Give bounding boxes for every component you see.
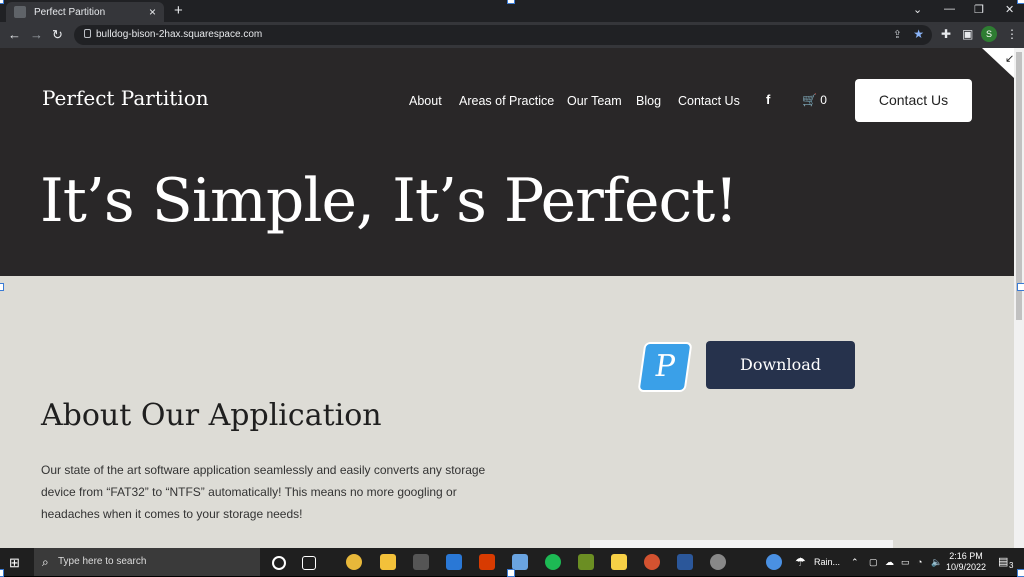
clock-time: 2:16 PM bbox=[949, 551, 983, 561]
about-paragraph: Our state of the art software applicatio… bbox=[41, 463, 486, 521]
profile-avatar[interactable]: S bbox=[981, 26, 997, 42]
chrome-taskbar-icon[interactable] bbox=[346, 554, 362, 570]
tab-favicon-icon bbox=[14, 6, 26, 18]
powerpoint-icon[interactable] bbox=[644, 554, 660, 570]
browser-toolbar: ← → ↻ bulldog-bison-2hax.squarespace.com… bbox=[0, 22, 1024, 48]
spotify-icon[interactable] bbox=[545, 554, 561, 570]
nav-blog[interactable]: Blog bbox=[636, 94, 661, 108]
tray-device-icon[interactable]: ▭ bbox=[901, 557, 910, 568]
extensions-icon[interactable]: ✚ bbox=[941, 27, 951, 41]
share-icon[interactable]: ⇪ bbox=[893, 28, 902, 41]
selection-handle[interactable] bbox=[0, 0, 4, 4]
file-explorer-icon[interactable] bbox=[380, 554, 396, 570]
taskbar-search[interactable]: ⌕ Type here to search bbox=[34, 548, 260, 576]
back-icon[interactable]: ← bbox=[8, 27, 21, 42]
selection-handle[interactable] bbox=[1017, 0, 1024, 4]
close-tab-icon[interactable]: × bbox=[149, 5, 156, 19]
site-header: Perfect Partition About Areas of Practic… bbox=[0, 48, 1014, 276]
word-icon[interactable] bbox=[677, 554, 693, 570]
facebook-icon[interactable]: f bbox=[766, 92, 770, 107]
menu-icon[interactable]: ⋮ bbox=[1006, 27, 1018, 41]
nav-contact-us[interactable]: Contact Us bbox=[678, 94, 740, 108]
search-icon: ⌕ bbox=[42, 555, 49, 569]
windows-start-icon[interactable]: ⊞ bbox=[9, 555, 20, 571]
about-heading: About Our Application bbox=[41, 398, 382, 433]
selection-handle[interactable] bbox=[1017, 283, 1024, 291]
restore-button[interactable]: ❐ bbox=[974, 3, 984, 16]
notification-icon[interactable]: ▤ bbox=[998, 555, 1008, 568]
side-panel-icon[interactable]: ▣ bbox=[962, 27, 973, 41]
tray-chevron-icon[interactable]: ⌃ bbox=[851, 557, 859, 568]
bookmark-star-icon[interactable]: ★ bbox=[913, 27, 924, 41]
collapse-arrow-icon[interactable]: ↙ bbox=[1005, 52, 1014, 65]
tray-app-icon[interactable]: ▢ bbox=[869, 557, 878, 568]
cart-link[interactable]: 🛒 0 bbox=[802, 93, 827, 107]
scrollbar-thumb[interactable] bbox=[1016, 52, 1022, 320]
nav-our-team[interactable]: Our Team bbox=[567, 94, 622, 108]
notification-count: 3 bbox=[1009, 561, 1014, 570]
weather-icon: ☂ bbox=[795, 555, 806, 569]
office-icon[interactable] bbox=[479, 554, 495, 570]
nav-about[interactable]: About bbox=[409, 94, 442, 108]
new-tab-button[interactable]: + bbox=[174, 2, 183, 19]
section-image bbox=[590, 540, 893, 548]
tab-title: Perfect Partition bbox=[34, 6, 106, 18]
address-bar[interactable]: bulldog-bison-2hax.squarespace.com ⇪ ★ bbox=[74, 25, 932, 45]
system-clock[interactable]: 2:16 PM 10/9/2022 bbox=[944, 551, 988, 573]
about-section: P Download About Our Application Our sta… bbox=[0, 276, 1014, 548]
nav-areas-of-practice[interactable]: Areas of Practice bbox=[459, 94, 554, 108]
wifi-icon[interactable]: ◔ bbox=[917, 557, 922, 567]
volume-icon[interactable]: 🔈 bbox=[931, 557, 942, 568]
browser-tab[interactable]: Perfect Partition × bbox=[6, 2, 164, 22]
app-icon[interactable] bbox=[578, 554, 594, 570]
selection-handle[interactable] bbox=[507, 0, 515, 4]
photos-icon[interactable] bbox=[512, 554, 528, 570]
url-text: bulldog-bison-2hax.squarespace.com bbox=[96, 29, 263, 40]
contact-us-button[interactable]: Contact Us bbox=[855, 79, 972, 122]
help-icon[interactable] bbox=[766, 554, 782, 570]
forward-icon[interactable]: → bbox=[30, 27, 43, 42]
store-icon[interactable] bbox=[413, 554, 429, 570]
chrome-active-icon[interactable] bbox=[710, 554, 726, 570]
search-placeholder: Type here to search bbox=[58, 556, 147, 567]
close-window-button[interactable]: ✕ bbox=[1005, 3, 1014, 16]
tab-search-icon[interactable]: ⌄ bbox=[913, 3, 922, 16]
sticky-notes-icon[interactable] bbox=[611, 554, 627, 570]
task-view-icon[interactable] bbox=[302, 556, 316, 570]
onedrive-icon[interactable]: ☁ bbox=[885, 557, 894, 568]
app-logo-icon: P bbox=[637, 342, 693, 392]
selection-handle[interactable] bbox=[0, 283, 4, 291]
lock-icon bbox=[84, 29, 91, 38]
cart-count: 0 bbox=[820, 93, 827, 107]
cortana-icon[interactable] bbox=[272, 556, 286, 570]
hero-title: It’s Simple, It’s Perfect! bbox=[40, 166, 738, 236]
mail-icon[interactable] bbox=[446, 554, 462, 570]
cart-icon: 🛒 bbox=[802, 93, 817, 107]
download-button[interactable]: Download bbox=[706, 341, 855, 389]
clock-date: 10/9/2022 bbox=[945, 562, 987, 572]
weather-text[interactable]: Rain... bbox=[814, 557, 840, 567]
site-logo[interactable]: Perfect Partition bbox=[42, 86, 209, 110]
reload-icon[interactable]: ↻ bbox=[52, 27, 63, 43]
minimize-button[interactable]: — bbox=[944, 3, 955, 15]
